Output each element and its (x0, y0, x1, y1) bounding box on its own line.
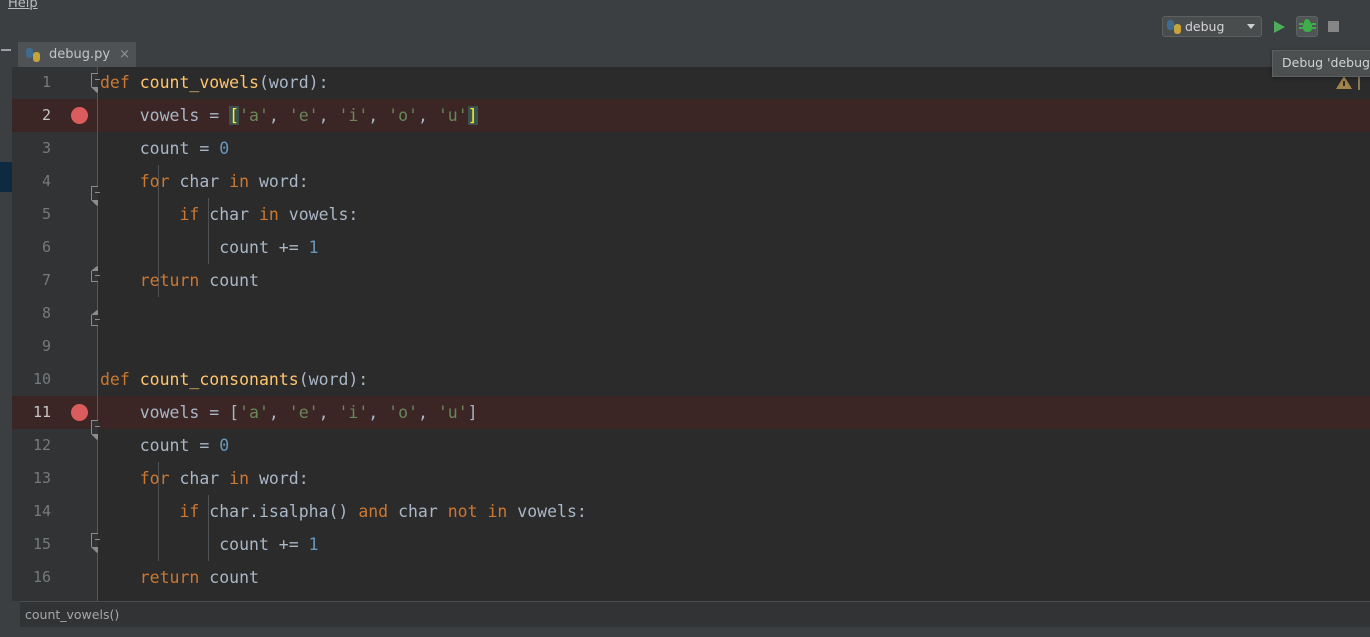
code-line[interactable]: if char in vowels: (98, 198, 1370, 231)
code-line[interactable]: for char in word: (98, 462, 1370, 495)
chevron-down-icon (1247, 24, 1255, 29)
code-line-text: count = 0 (100, 436, 230, 455)
gutter-row[interactable]: 1 (12, 67, 98, 99)
editor-tab-debug-py[interactable]: debug.py × (18, 42, 136, 67)
run-configuration-selector[interactable]: debug (1162, 16, 1262, 37)
inspection-widget[interactable] (1336, 75, 1360, 90)
line-number: 8 (41, 304, 51, 322)
gutter-row[interactable]: 4 (12, 165, 98, 198)
breadcrumb[interactable]: count_vowels() (25, 602, 119, 627)
gutter-row[interactable]: 5 (12, 198, 98, 231)
ide-window: Help debug Debug 'debug' debug.py × 1 2 … (0, 0, 1370, 637)
code-surface[interactable]: def count_vowels(word): vowels = ['a', '… (98, 67, 1370, 601)
code-line[interactable]: for char in word: (98, 165, 1370, 198)
tooltip-debug: Debug 'debug' (1272, 50, 1370, 77)
code-line-text: count = 0 (100, 139, 230, 158)
line-number: 1 (41, 73, 51, 91)
code-line[interactable]: if char.isalpha() and char not in vowels… (98, 495, 1370, 528)
code-line-text: def count_vowels(word): (100, 73, 329, 92)
main-toolbar: debug (0, 14, 1370, 40)
code-line-text: return count (139, 271, 259, 290)
editor-tab-label: debug.py (49, 47, 111, 62)
code-line[interactable]: return count (98, 561, 1370, 594)
marker-strip[interactable] (0, 67, 12, 601)
breakpoint-marker[interactable] (71, 404, 88, 421)
breakpoint-marker[interactable] (71, 107, 88, 124)
gutter-row[interactable]: 10 (12, 363, 98, 396)
line-number: 5 (41, 205, 51, 223)
gutter-row[interactable]: 14 (12, 495, 98, 528)
gutter-row[interactable]: 9 (12, 330, 98, 363)
run-configuration-label: debug (1185, 19, 1225, 34)
close-icon[interactable]: × (119, 48, 130, 61)
python-icon (1167, 19, 1181, 34)
gutter-row[interactable]: 12 (12, 429, 98, 462)
stop-button[interactable] (1322, 16, 1344, 37)
gutter-row[interactable]: 8 (12, 297, 98, 330)
line-number: 11 (32, 403, 51, 421)
breadcrumb-left-pad (0, 601, 20, 627)
code-line-text: vowels = ['a', 'e', 'i', 'o', 'u'] (100, 403, 478, 422)
code-editor[interactable]: 1 2 3 4 5 6 7 8 9 10 11 12 13 14 15 16 def count_vowels… (0, 67, 1370, 601)
changed-lines-marker (0, 162, 12, 192)
line-number: 12 (32, 436, 51, 454)
code-line[interactable]: return count (98, 264, 1370, 297)
code-line[interactable] (98, 297, 1370, 330)
status-bar (0, 627, 1370, 637)
code-line-text: for char in word: (139, 469, 309, 488)
code-line-text: if char in vowels: (179, 205, 359, 224)
line-number: 6 (41, 238, 51, 256)
line-number: 16 (32, 568, 51, 586)
code-line[interactable] (98, 330, 1370, 363)
line-number: 13 (32, 469, 51, 487)
warning-triangle-icon (1336, 76, 1352, 89)
code-line[interactable]: vowels = ['a', 'e', 'i', 'o', 'u'] (98, 396, 1370, 429)
python-file-icon (26, 47, 40, 62)
code-line-text: for char in word: (139, 172, 309, 191)
tool-window-collapse-icon[interactable] (1, 49, 11, 51)
gutter-row[interactable]: 2 (12, 99, 98, 132)
stop-square-icon (1327, 21, 1339, 32)
line-number: 10 (32, 370, 51, 388)
code-line-text: count += 1 (100, 238, 319, 257)
code-line[interactable]: def count_consonants(word): (98, 363, 1370, 396)
run-button[interactable] (1268, 16, 1290, 37)
menu-bar: Help (0, 0, 1370, 14)
line-number: 2 (41, 106, 51, 124)
gutter-row[interactable]: 16 (12, 561, 98, 594)
code-line[interactable]: count += 1 (98, 528, 1370, 561)
code-line-text: return count (139, 568, 259, 587)
line-number: 3 (41, 139, 51, 157)
code-line[interactable]: count = 0 (98, 132, 1370, 165)
line-number: 4 (41, 172, 51, 190)
code-line[interactable]: count = 0 (98, 429, 1370, 462)
code-line-text: vowels = ['a', 'e', 'i', 'o', 'u'] (100, 106, 478, 125)
code-line-text: count += 1 (100, 535, 319, 554)
code-line-text: if char.isalpha() and char not in vowels… (179, 502, 587, 521)
gutter-row[interactable]: 3 (12, 132, 98, 165)
breadcrumb-bar: count_vowels() (0, 601, 1370, 627)
gutter-row[interactable]: 6 (12, 231, 98, 264)
line-number: 15 (32, 535, 51, 553)
line-number: 14 (32, 502, 51, 520)
menu-item-help[interactable]: Help (8, 0, 38, 13)
gutter-row[interactable]: 15 (12, 528, 98, 561)
editor-tab-bar: debug.py × (0, 40, 1370, 67)
code-line[interactable]: def count_vowels(word): (98, 67, 1370, 99)
code-line[interactable]: count += 1 (98, 231, 1370, 264)
bug-icon (1298, 19, 1316, 33)
line-number: 9 (41, 337, 51, 355)
line-number: 7 (41, 271, 51, 289)
code-line[interactable]: vowels = ['a', 'e', 'i', 'o', 'u'] (98, 99, 1370, 132)
code-line-text: def count_consonants(word): (100, 370, 369, 389)
editor-gutter[interactable]: 1 2 3 4 5 6 7 8 9 10 11 12 13 14 15 16 (12, 67, 98, 601)
gutter-row[interactable]: 11 (12, 396, 98, 429)
gutter-row[interactable]: 7 (12, 264, 98, 297)
debug-button[interactable] (1296, 16, 1318, 37)
inspection-bar-icon (1358, 75, 1360, 90)
play-icon (1273, 20, 1285, 33)
gutter-row[interactable]: 13 (12, 462, 98, 495)
